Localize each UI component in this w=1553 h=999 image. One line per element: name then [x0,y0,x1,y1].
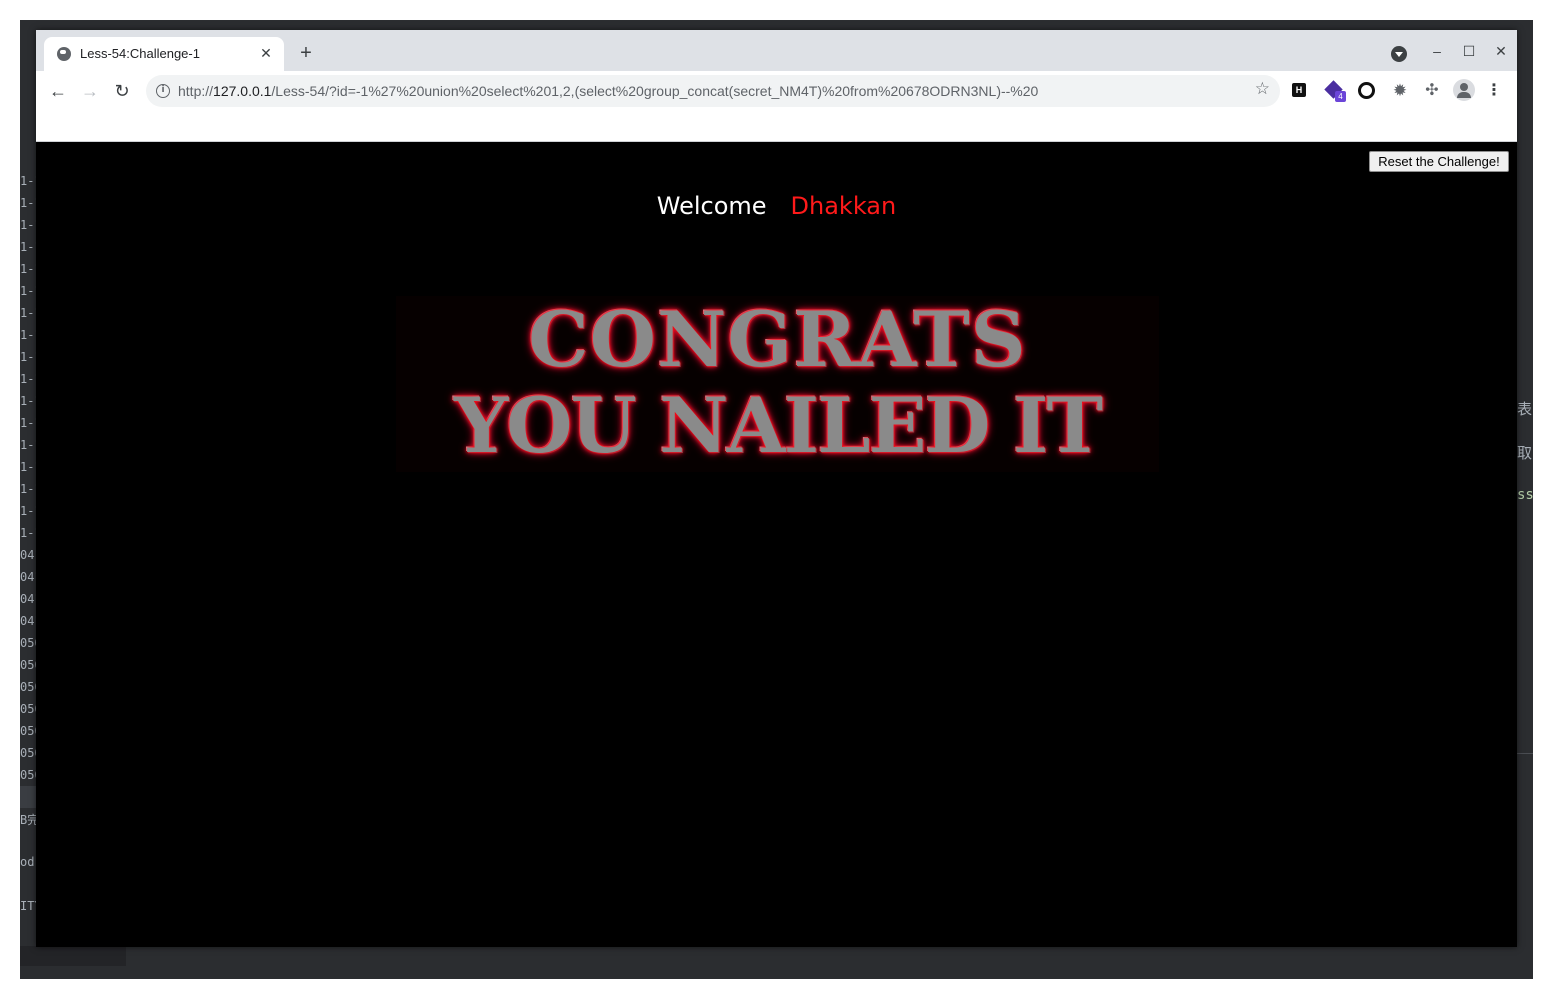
bg-text: 取 [1517,444,1533,462]
url-path: /Less-54/?id=-1%27%20union%20select%201,… [271,83,1039,99]
browser-menu-icon[interactable]: ⋮ [1484,77,1504,105]
extension-h-icon[interactable]: H [1292,83,1306,97]
profile-avatar[interactable] [1453,79,1475,101]
new-tab-button[interactable]: + [294,41,318,65]
info-icon[interactable]: i [156,84,170,98]
tab-title: Less-54:Challenge-1 [80,46,200,61]
bg-text: ss [1517,487,1533,503]
browser-window: Less-54:Challenge-1 ✕ + – ☐ ✕ ← → ↻ i ht… [36,30,1517,947]
banner-line-2: YOU NAILED IT [453,381,1103,470]
extension-gear-icon[interactable]: ✹ [1390,81,1410,101]
congrats-banner: CONGRATS YOU NAILED IT [396,296,1159,472]
url-text[interactable]: http://127.0.0.1/Less-54/?id=-1%27%20uni… [178,83,1038,99]
window-close-button[interactable]: ✕ [1489,39,1513,63]
tab-search-icon[interactable] [1391,46,1407,62]
bg-text: 表 [1517,400,1533,418]
close-icon[interactable]: ✕ [256,43,276,63]
tab-strip: Less-54:Challenge-1 ✕ + – ☐ ✕ [36,30,1517,71]
url-scheme: http:// [178,83,214,99]
extension-gem-icon[interactable]: 4 [1324,80,1346,102]
username: Dhakkan [790,192,897,220]
forward-button[interactable]: → [76,77,104,105]
reset-challenge-button[interactable]: Reset the Challenge! [1369,151,1509,172]
background-panel [20,946,126,966]
welcome-label: Welcome [656,192,767,220]
extensions-puzzle-icon[interactable]: ✣ [1422,81,1442,101]
bg-divider [1517,753,1533,754]
back-button[interactable]: ← [44,77,72,105]
globe-icon [57,47,71,61]
banner-line-1: CONGRATS [528,295,1027,384]
page-viewport: Reset the Challenge! Welcome Dhakkan CONG… [36,143,1517,947]
reload-button[interactable]: ↻ [108,77,136,105]
bookmarks-bar [36,111,1517,142]
browser-toolbar: ← → ↻ i http://127.0.0.1/Less-54/?id=-1%… [36,71,1517,111]
tab-active[interactable]: Less-54:Challenge-1 ✕ [44,37,284,71]
url-host: 127.0.0.1 [213,83,272,99]
maximize-button[interactable]: ☐ [1457,39,1481,63]
extension-badge: 4 [1335,91,1346,102]
address-bar[interactable]: i http://127.0.0.1/Less-54/?id=-1%27%20u… [146,75,1280,107]
welcome-message: Welcome Dhakkan [36,192,1517,220]
extension-ring-icon[interactable] [1358,82,1375,99]
minimize-button[interactable]: – [1425,39,1449,63]
bookmark-star-icon[interactable]: ☆ [1255,79,1270,99]
